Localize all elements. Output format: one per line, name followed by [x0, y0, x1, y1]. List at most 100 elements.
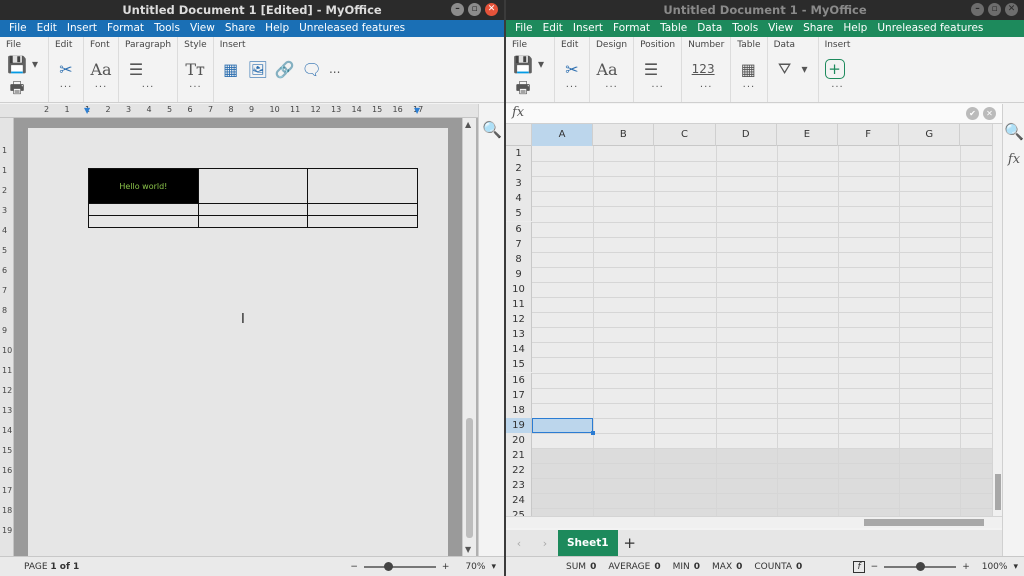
zoom-slider-knob[interactable]	[916, 561, 926, 571]
text-style-icon[interactable]: Tт	[184, 58, 206, 80]
save-icon[interactable]: 💾	[6, 53, 28, 75]
menu-item-file[interactable]: File	[4, 20, 32, 37]
number-format-icon[interactable]: 123	[688, 58, 718, 80]
insert-more-button[interactable]: ...	[328, 58, 342, 80]
row-header-16[interactable]: 16	[506, 372, 532, 388]
function-icon[interactable]: fx	[512, 105, 524, 120]
zoom-slider[interactable]	[884, 561, 957, 571]
sheet-tab[interactable]: Sheet1	[558, 530, 618, 556]
chevron-right-icon[interactable]: ›	[532, 537, 558, 550]
minimize-icon[interactable]: –	[971, 3, 984, 16]
spreadsheet-title-bar[interactable]: Untitled Document 1 - MyOffice – ▫ ✕	[506, 0, 1024, 20]
menu-item-unreleased-features[interactable]: Unreleased features	[294, 20, 410, 37]
font-icon[interactable]: Aa	[596, 58, 618, 80]
menu-item-unreleased-features[interactable]: Unreleased features	[872, 20, 988, 37]
row-header-7[interactable]: 7	[506, 236, 532, 252]
close-icon[interactable]: ✕	[1005, 3, 1018, 16]
font-icon[interactable]: Aa	[90, 58, 112, 80]
document-table[interactable]: Hello world!	[88, 168, 418, 228]
table-more-button[interactable]: ···	[737, 83, 760, 97]
number-more-button[interactable]: ···	[688, 83, 724, 97]
row-header-22[interactable]: 22	[506, 463, 532, 479]
row-header-11[interactable]: 11	[506, 297, 532, 312]
horizontal-ruler[interactable]: 2 1 1 2 3 4 5 6 7 8 9 10 11 12 13 14 15 16 17 ▼ ▼	[0, 104, 478, 118]
formula-toggle-icon[interactable]: f	[853, 560, 865, 573]
row-header-6[interactable]: 6	[506, 221, 532, 237]
row-header-25[interactable]: 25	[506, 508, 532, 516]
ruler-margin-marker-icon[interactable]: ▼	[84, 106, 90, 115]
row-header-13[interactable]: 13	[506, 327, 532, 343]
menu-item-edit[interactable]: Edit	[32, 20, 62, 37]
table-cell[interactable]	[88, 215, 199, 228]
scrollbar-thumb[interactable]	[995, 474, 1001, 510]
row-header-14[interactable]: 14	[506, 342, 532, 358]
selected-cell[interactable]	[532, 417, 594, 433]
chevron-down-icon[interactable]: ▾	[1013, 562, 1018, 572]
font-more-button[interactable]: ···	[90, 83, 112, 97]
maximize-icon[interactable]: ▫	[468, 3, 481, 16]
select-all-corner[interactable]	[506, 124, 532, 146]
scroll-up-icon[interactable]: ▲	[465, 120, 471, 129]
column-header-d[interactable]: D	[716, 124, 777, 146]
zoom-slider[interactable]	[363, 561, 436, 571]
save-icon[interactable]: 💾	[512, 53, 534, 75]
edit-more-button[interactable]: ···	[561, 83, 583, 97]
document-vertical-scrollbar[interactable]: ▲ ▼	[462, 118, 476, 556]
row-header-24[interactable]: 24	[506, 493, 532, 509]
zoom-out-icon[interactable]: −	[871, 562, 879, 572]
table-cell[interactable]	[197, 215, 309, 228]
paragraph-icon[interactable]: ☰	[125, 58, 147, 80]
menu-item-share[interactable]: Share	[220, 20, 260, 37]
chevron-down-icon[interactable]: ▾	[798, 58, 812, 80]
maximize-icon[interactable]: ▫	[988, 3, 1001, 16]
menu-item-view[interactable]: View	[185, 20, 220, 37]
row-header-17[interactable]: 17	[506, 387, 532, 403]
column-header-g[interactable]: G	[899, 124, 961, 146]
insert-table-icon[interactable]: ▦	[220, 58, 242, 80]
row-header-12[interactable]: 12	[506, 312, 532, 328]
column-header-b[interactable]: B	[593, 124, 655, 146]
zoom-level[interactable]: 100%	[982, 562, 1008, 572]
insert-plus-icon[interactable]: +	[824, 59, 845, 79]
design-more-button[interactable]: ···	[596, 83, 627, 97]
alignment-icon[interactable]: ☰	[640, 58, 662, 80]
position-more-button[interactable]: ···	[640, 83, 675, 97]
column-header-a[interactable]: A	[532, 124, 594, 146]
zoom-in-icon[interactable]: +	[442, 562, 450, 572]
table-cell[interactable]	[197, 168, 309, 204]
edit-more-button[interactable]: ···	[55, 83, 77, 97]
style-more-button[interactable]: ···	[184, 83, 207, 97]
close-icon[interactable]: ✕	[485, 3, 498, 16]
row-header-18[interactable]: 18	[506, 402, 532, 418]
menu-item-format[interactable]: Format	[608, 20, 655, 37]
row-header-8[interactable]: 8	[506, 251, 532, 267]
insert-comment-icon[interactable]: 🗨	[301, 58, 323, 80]
cancel-icon[interactable]: ✕	[983, 107, 996, 120]
row-header-23[interactable]: 23	[506, 478, 532, 494]
minimize-icon[interactable]: –	[451, 3, 464, 16]
document-title-bar[interactable]: Untitled Document 1 [Edited] - MyOffice …	[0, 0, 504, 20]
menu-item-view[interactable]: View	[763, 20, 798, 37]
chevron-down-icon[interactable]: ▾	[534, 53, 548, 75]
menu-item-edit[interactable]: Edit	[538, 20, 568, 37]
scrollbar-thumb[interactable]	[864, 519, 984, 526]
cut-icon[interactable]: ✂	[561, 58, 583, 80]
sheet-vertical-scrollbar[interactable]	[992, 124, 1002, 516]
menu-item-data[interactable]: Data	[692, 20, 727, 37]
zoom-slider-knob[interactable]	[383, 561, 393, 571]
table-cell[interactable]	[197, 203, 309, 216]
filter-icon[interactable]: ⛛	[774, 58, 796, 80]
column-header-e[interactable]: E	[777, 124, 838, 146]
search-icon[interactable]: 🔍	[1003, 120, 1024, 142]
table-cell[interactable]: Hello world!	[88, 168, 199, 204]
formula-bar[interactable]: fx ✔ ✕	[506, 104, 1002, 124]
menu-item-tools[interactable]: Tools	[727, 20, 763, 37]
chevron-down-icon[interactable]: ▾	[491, 562, 496, 572]
table-cell[interactable]	[88, 203, 199, 216]
print-icon[interactable]: 🖶	[6, 78, 28, 101]
table-cell[interactable]	[307, 203, 418, 216]
column-header-f[interactable]: F	[838, 124, 900, 146]
sheet-horizontal-scrollbar[interactable]	[506, 516, 1002, 528]
row-header-5[interactable]: 5	[506, 206, 532, 222]
insert-more-button[interactable]: ···	[825, 83, 851, 97]
